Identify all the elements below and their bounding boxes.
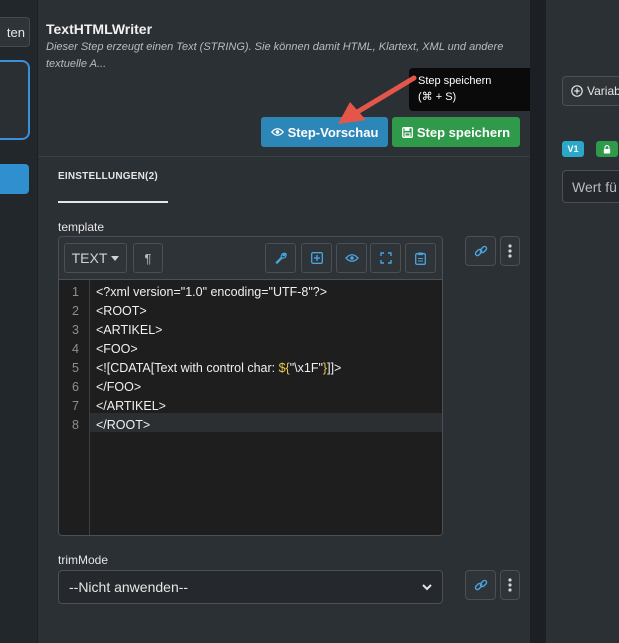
- plus-circle-icon: [571, 85, 583, 97]
- trim-mode-select[interactable]: --Nicht anwenden--: [58, 570, 443, 604]
- template-more-button[interactable]: [500, 236, 520, 266]
- line-number: 7: [72, 399, 79, 413]
- step-header: TextHTMLWriter Dieser Step erzeugt einen…: [38, 0, 543, 157]
- trim-mode-label: trimMode: [58, 553, 109, 567]
- wrench-button[interactable]: [265, 243, 296, 273]
- line-number-gutter: 1 2 3 4 5 6 7 8: [59, 280, 90, 535]
- code-line: </ROOT>: [96, 418, 151, 432]
- code-line: <?xml version="1.0" encoding="UTF-8"?>: [96, 285, 328, 299]
- line-number: 5: [72, 361, 79, 375]
- insert-button[interactable]: [301, 243, 332, 273]
- value-input-placeholder: Wert fü: [572, 178, 617, 195]
- code-line: <FOO>: [96, 342, 138, 356]
- value-input[interactable]: Wert fü: [562, 170, 619, 203]
- left-action-button[interactable]: [0, 164, 29, 194]
- paragraph-button[interactable]: ¶: [133, 243, 163, 273]
- pilcrow-icon: ¶: [144, 250, 152, 266]
- line-number: 6: [72, 380, 79, 394]
- tooltip-line1: Step speichern: [418, 75, 492, 87]
- trim-mode-value: --Nicht anwenden--: [69, 579, 189, 595]
- trim-mode-link-button[interactable]: [465, 570, 496, 600]
- tab-settings[interactable]: EINSTELLUNGEN(2): [58, 171, 158, 182]
- step-preview-label: Step-Vorschau: [287, 124, 379, 140]
- code-line: <ARTIKEL>: [96, 323, 163, 337]
- template-editor[interactable]: TEXT ¶ 1 2 3 4 5 6 7 8 <?xml version="1.…: [58, 236, 443, 536]
- code-line: </FOO>: [96, 380, 142, 394]
- link-icon: [474, 579, 487, 591]
- fullscreen-button[interactable]: [370, 243, 401, 273]
- right-panel: Variab V1 Wert fü: [546, 0, 619, 643]
- left-panel: ten: [0, 0, 38, 643]
- editor-mode-dropdown[interactable]: TEXT: [64, 243, 127, 273]
- clipboard-icon: [415, 252, 426, 265]
- step-editor-panel: TextHTMLWriter Dieser Step erzeugt einen…: [38, 0, 543, 643]
- code-string: "\x1F": [289, 361, 323, 375]
- trim-mode-more-button[interactable]: [500, 570, 520, 600]
- variables-button[interactable]: Variab: [562, 76, 619, 106]
- line-number: 3: [72, 323, 79, 337]
- variables-label: Variab: [587, 84, 619, 98]
- left-top-button[interactable]: ten: [0, 17, 30, 47]
- wrench-icon: [274, 252, 287, 264]
- code-area[interactable]: <?xml version="1.0" encoding="UTF-8"?> <…: [90, 280, 442, 535]
- code-line: <ROOT>: [96, 304, 147, 318]
- line-number: 1: [72, 285, 79, 299]
- template-link-button[interactable]: [465, 236, 496, 266]
- eye-icon: [344, 254, 359, 262]
- version-badge: V1: [562, 141, 584, 157]
- save-step-button[interactable]: Step speichern: [392, 117, 520, 147]
- line-number: 2: [72, 304, 79, 318]
- code-cdata-suffix: ]]>: [327, 361, 342, 375]
- code-line: <![CDATA[Text with control char: ${"\x1F…: [96, 359, 341, 378]
- caret-down-icon: [111, 255, 120, 261]
- plus-square-icon: [310, 252, 323, 264]
- code-expression-open: ${: [278, 361, 290, 375]
- save-icon: [401, 126, 413, 138]
- step-preview-button[interactable]: Step-Vorschau: [261, 117, 388, 147]
- template-label: template: [58, 220, 105, 234]
- editor-mode-label: TEXT: [71, 250, 108, 266]
- expand-icon: [379, 252, 392, 264]
- save-tooltip: Step speichern (⌘ + S): [409, 68, 543, 111]
- tab-active-indicator: [58, 201, 168, 203]
- lock-icon: [603, 144, 611, 153]
- more-vertical-icon: [508, 578, 512, 592]
- lock-badge: [596, 141, 618, 157]
- tooltip-line2: (⌘ + S): [418, 91, 457, 103]
- link-icon: [474, 245, 487, 257]
- line-number: 4: [72, 342, 79, 356]
- code-cdata-prefix: <![CDATA[Text with control char:: [96, 361, 279, 375]
- eye-icon: [270, 128, 284, 136]
- more-vertical-icon: [508, 244, 512, 258]
- editor-toolbar: TEXT ¶: [59, 237, 442, 280]
- code-line: </ARTIKEL>: [96, 399, 166, 413]
- left-top-button-label: ten: [6, 24, 25, 40]
- chevron-down-icon: [422, 584, 432, 591]
- save-step-label: Step speichern: [416, 124, 511, 140]
- preview-toggle-button[interactable]: [336, 243, 367, 273]
- step-title: TextHTMLWriter: [46, 21, 153, 37]
- selected-step-card[interactable]: [0, 60, 30, 140]
- line-number: 8: [72, 418, 79, 432]
- clipboard-button[interactable]: [405, 243, 436, 273]
- panel-divider: [530, 0, 546, 643]
